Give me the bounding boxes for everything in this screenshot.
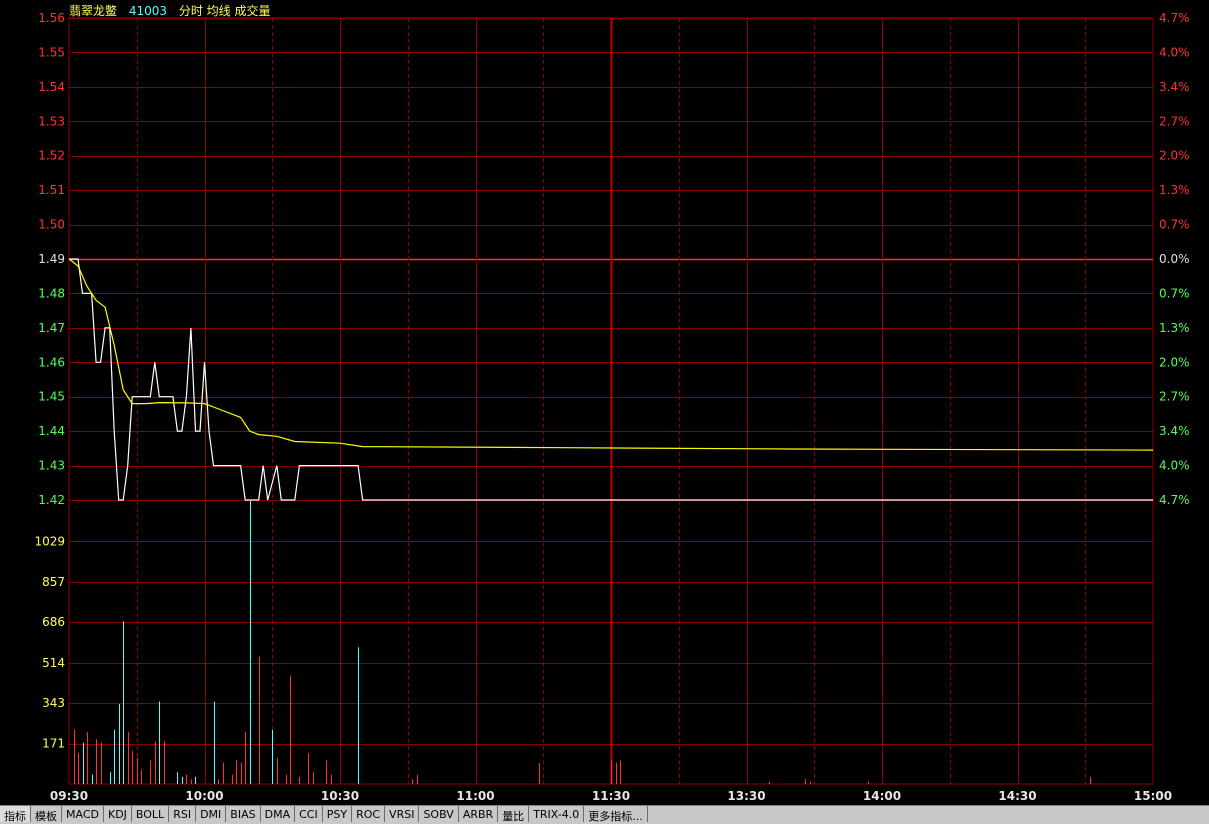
price-tick-label: 1.44: [38, 424, 65, 438]
percent-tick-label: 4.0%: [1159, 45, 1190, 59]
price-tick-label: 1.42: [38, 493, 65, 507]
time-tick-label: 13:30: [727, 789, 765, 803]
percent-tick-label: 0.7%: [1159, 218, 1190, 232]
time-tick-label: 11:00: [456, 789, 494, 803]
price-tick-label: 1.55: [38, 45, 65, 59]
tab-11[interactable]: ROC: [352, 806, 386, 822]
tab-3[interactable]: KDJ: [104, 806, 132, 822]
volume-tick-label: 514: [42, 656, 65, 670]
percent-axis: 4.7% 4.0% 3.4% 2.7% 2.0% 1.3% 0.7% 0.0% 0.7% 1.3%…: [1159, 11, 1190, 507]
price-tick-label: 1.45: [38, 390, 65, 404]
volume-tick-label: 857: [42, 575, 65, 589]
tab-4[interactable]: BOLL: [132, 806, 170, 822]
price-tick-label: 1.48: [38, 286, 65, 300]
tab-15[interactable]: 量比: [498, 806, 530, 823]
price-tick-label: 1.49: [38, 252, 65, 266]
percent-tick-label: 1.3%: [1159, 183, 1190, 197]
tab-7[interactable]: BIAS: [226, 806, 261, 822]
time-tick-label: 09:30: [50, 789, 88, 803]
percent-tick-label: 2.7%: [1159, 114, 1190, 128]
indicator-tab-bar: 指标 模板 MACD KDJ BOLL RSI DMI BIAS DMA CCI PSY ROC VRS…: [0, 805, 1209, 824]
percent-tick-label: 3.4%: [1159, 424, 1190, 438]
percent-tick-label: 3.4%: [1159, 80, 1190, 94]
tab-9[interactable]: CCI: [295, 806, 323, 822]
price-tick-label: 1.56: [38, 11, 65, 25]
volume-tick-label: 343: [42, 696, 65, 710]
percent-tick-label: 4.0%: [1159, 459, 1190, 473]
stock-code: 41003: [128, 4, 168, 18]
tab-5[interactable]: RSI: [169, 806, 197, 822]
chart-title: 分时 均线 成交量: [178, 4, 271, 18]
price-tick-label: 1.46: [38, 355, 65, 369]
volume-tick-label: 171: [42, 737, 65, 751]
tab-8[interactable]: DMA: [261, 806, 296, 822]
price-tick-label: 1.47: [38, 321, 65, 335]
intraday-chart: 1.56 1.55 1.54 1.53 1.52 1.51 1.50 1.49 1.48 1.47…: [0, 0, 1209, 805]
tab-2[interactable]: MACD: [62, 806, 104, 822]
percent-tick-label: 4.7%: [1159, 11, 1190, 25]
tab-1[interactable]: 模板: [31, 806, 62, 823]
time-tick-label: 10:00: [185, 789, 223, 803]
price-tick-label: 1.50: [38, 218, 65, 232]
price-tick-label: 1.54: [38, 80, 65, 94]
percent-tick-label: 2.7%: [1159, 390, 1190, 404]
tab-12[interactable]: VRSI: [385, 806, 420, 822]
percent-tick-label: 2.0%: [1159, 355, 1190, 369]
time-tick-label: 14:00: [863, 789, 901, 803]
percent-tick-label: 4.7%: [1159, 493, 1190, 507]
time-tick-label: 14:30: [998, 789, 1036, 803]
tab-6[interactable]: DMI: [196, 806, 227, 822]
stock-name: 翡翠龙鳖: [69, 4, 118, 18]
tab-0[interactable]: 指标: [0, 806, 31, 823]
volume-tick-label: 686: [42, 615, 65, 629]
time-tick-label: 11:30: [592, 789, 630, 803]
tab-16[interactable]: TRIX-4.0: [529, 806, 585, 822]
time-axis: 09:30 10:00 10:30 11:00 11:30 13:30 14:00 14:30…: [50, 789, 1172, 803]
time-tick-label: 10:30: [321, 789, 359, 803]
price-axis: 1.56 1.55 1.54 1.53 1.52 1.51 1.50 1.49 1.48 1.47…: [38, 11, 65, 507]
percent-tick-label: 0.0%: [1159, 252, 1190, 266]
price-tick-label: 1.52: [38, 149, 65, 163]
percent-tick-label: 0.7%: [1159, 286, 1190, 300]
volume-tick-label: 1029: [34, 534, 65, 548]
percent-tick-label: 2.0%: [1159, 149, 1190, 163]
time-tick-label: 15:00: [1134, 789, 1172, 803]
percent-tick-label: 1.3%: [1159, 321, 1190, 335]
tab-13[interactable]: SOBV: [419, 806, 459, 822]
tab-14[interactable]: ARBR: [459, 806, 499, 822]
chart-header: 翡翠龙鳖 41003 分时 均线 成交量: [69, 2, 271, 19]
price-tick-label: 1.51: [38, 183, 65, 197]
tab-17[interactable]: 更多指标...: [584, 806, 648, 823]
tab-10[interactable]: PSY: [323, 806, 353, 822]
price-tick-label: 1.53: [38, 114, 65, 128]
price-tick-label: 1.43: [38, 459, 65, 473]
